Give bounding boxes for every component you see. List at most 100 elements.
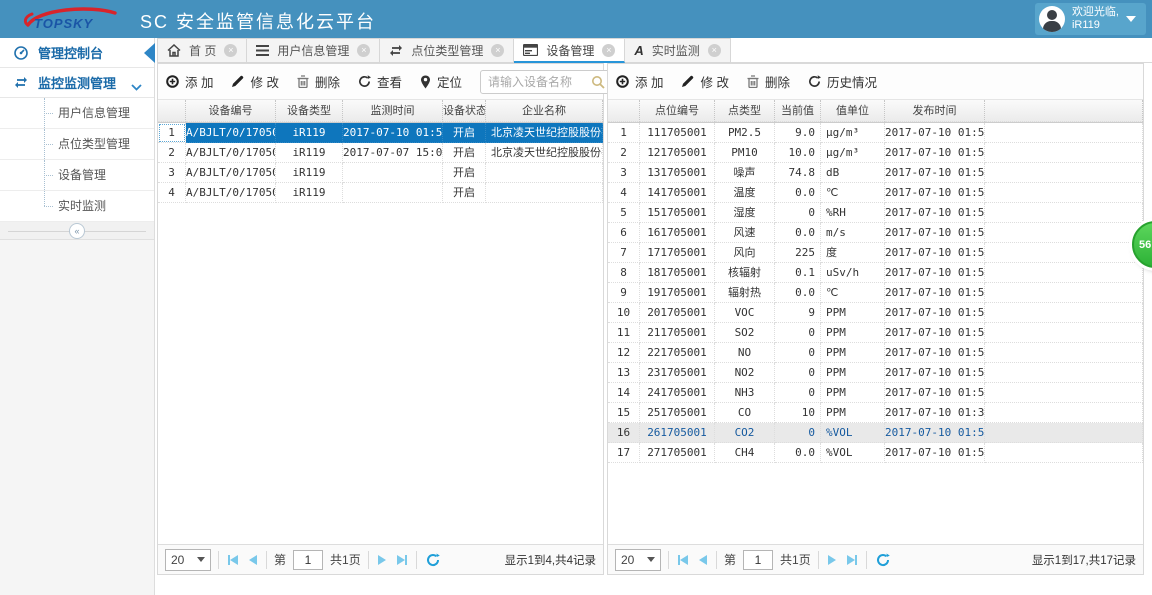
sidebar-item-点位类型管理[interactable]: 点位类型管理 — [0, 129, 154, 160]
prev-page-button[interactable] — [697, 554, 709, 565]
last-page-button[interactable] — [395, 554, 409, 565]
table-row[interactable]: 13231705001NO20PPM2017-07-10 01:53:22 — [608, 363, 1143, 383]
sidebar-item-实时监测[interactable]: 实时监测 — [0, 191, 154, 222]
table-cell: PM2.5 — [715, 123, 775, 143]
table-row[interactable]: 3A/BJLT/0/1705003iR119 开启 — [158, 163, 603, 183]
table-cell: 261705001 — [640, 423, 715, 443]
toolbar-button-历史情况[interactable]: 历史情况 — [808, 72, 877, 91]
table-row[interactable]: 7171705001风向225度2017-07-10 01:53:21 — [608, 243, 1143, 263]
tab-首页[interactable]: 首 页 × — [157, 38, 248, 63]
table-row[interactable]: 5151705001湿度0%RH2017-07-10 01:53:22 — [608, 203, 1143, 223]
table-row[interactable]: 12221705001NO0PPM2017-07-10 01:53:21 — [608, 343, 1143, 363]
user-menu[interactable]: 欢迎光临, iR119 — [1034, 3, 1146, 35]
main-area: 首 页 × 用户信息管理 × 点位类型管理 × 设备管理 × A 实时监测 × 添 加 修 改 删除 查看… — [157, 38, 1152, 595]
table-cell: m/s — [821, 223, 885, 243]
column-header[interactable]: 当前值 — [775, 100, 821, 122]
table-cell: 开启 — [443, 123, 486, 143]
table-row[interactable]: 4A/BJLT/0/1705004iR119 开启 — [158, 183, 603, 203]
table-cell: 0.0 — [775, 183, 821, 203]
sidebar-item-设备管理[interactable]: 设备管理 — [0, 160, 154, 191]
table-row[interactable]: 2121705001PM1010.0μg/m³2017-07-10 01:53:… — [608, 143, 1143, 163]
table-row[interactable]: 15251705001CO10PPM2017-07-10 01:37:01 — [608, 403, 1143, 423]
reload-icon[interactable] — [424, 553, 442, 567]
table-cell-filler — [985, 443, 1143, 463]
column-header[interactable]: 发布时间 — [885, 100, 985, 122]
table-cell: 0 — [775, 363, 821, 383]
table-row[interactable]: 1A/BJLT/0/1705001iR1192017-07-10 01:53:2… — [158, 123, 603, 143]
toolbar-button-定位[interactable]: 定位 — [420, 72, 462, 91]
column-header[interactable]: 值单位 — [821, 100, 885, 122]
table-cell: 2017-07-10 01:53:21 — [885, 443, 985, 463]
home-icon — [167, 44, 181, 57]
table-cell: 2017-07-10 01:53:22 — [885, 183, 985, 203]
table-cell: CH4 — [715, 443, 775, 463]
toolbar-button-删除[interactable]: 删除 — [297, 72, 340, 91]
next-page-button[interactable] — [376, 554, 388, 565]
table-cell-filler — [985, 423, 1143, 443]
search-icon[interactable] — [591, 75, 605, 92]
table-row[interactable]: 6161705001风速0.0m/s2017-07-10 01:53:21 — [608, 223, 1143, 243]
toolbar-button-添加[interactable]: 添 加 — [616, 72, 663, 91]
table-row[interactable]: 1111705001PM2.59.0μg/m³2017-07-10 01:53:… — [608, 123, 1143, 143]
column-header[interactable]: 设备编号 — [186, 100, 276, 122]
device-table: 设备编号设备类型监测时间设备状态企业名称1A/BJLT/0/1705001iR1… — [158, 100, 603, 544]
column-header[interactable]: 监测时间 — [343, 100, 443, 122]
last-page-button[interactable] — [845, 554, 859, 565]
table-cell: 温度 — [715, 183, 775, 203]
toolbar-button-修改[interactable]: 修 改 — [231, 72, 279, 91]
table-cell: iR119 — [276, 123, 343, 143]
page-number-input[interactable] — [293, 549, 324, 570]
letter-a-icon: A — [634, 43, 644, 58]
close-icon[interactable]: × — [491, 44, 505, 57]
table-row[interactable]: 9191705001辐射热0.0℃2017-07-10 01:53:21 — [608, 283, 1143, 303]
table-row[interactable]: 4141705001温度0.0℃2017-07-10 01:53:22 — [608, 183, 1143, 203]
table-cell: 161705001 — [640, 223, 715, 243]
first-page-button[interactable] — [676, 554, 690, 565]
tab-设备管理[interactable]: 设备管理 × — [514, 38, 626, 63]
close-icon[interactable]: × — [357, 44, 371, 57]
table-row[interactable]: 14241705001NH30PPM2017-07-10 01:53:21 — [608, 383, 1143, 403]
collapse-sidebar-button[interactable]: « — [69, 223, 85, 239]
reload-icon[interactable] — [874, 553, 892, 567]
sidebar-section-label: 监控监测管理 — [38, 76, 117, 91]
tab-实时监测[interactable]: A 实时监测 × — [625, 38, 731, 63]
page-size-select[interactable]: 20 — [615, 548, 661, 571]
toolbar-button-添加[interactable]: 添 加 — [166, 72, 213, 91]
column-header[interactable]: 设备类型 — [276, 100, 343, 122]
page-number-input[interactable] — [743, 549, 774, 570]
close-icon[interactable]: × — [707, 44, 721, 57]
sidebar-section-console[interactable]: 管理控制台 — [0, 38, 155, 68]
tab-用户信息管理[interactable]: 用户信息管理 × — [247, 38, 381, 63]
table-cell: 2017-07-10 01:53:21 — [885, 243, 985, 263]
sidebar-item-用户信息管理[interactable]: 用户信息管理 — [0, 98, 154, 129]
toolbar-button-查看[interactable]: 查看 — [358, 72, 402, 91]
close-icon[interactable]: × — [602, 43, 616, 57]
next-page-button[interactable] — [826, 554, 838, 565]
table-row[interactable]: 2A/BJLT/0/1705002iR1192017-07-07 15:03:0… — [158, 143, 603, 163]
toolbar-button-删除[interactable]: 删除 — [747, 72, 790, 91]
first-page-button[interactable] — [226, 554, 240, 565]
table-cell: 0.0 — [775, 283, 821, 303]
page-size-select[interactable]: 20 — [165, 548, 211, 571]
column-header[interactable]: 设备状态 — [443, 100, 486, 122]
table-row[interactable]: 8181705001核辐射0.1uSv/h2017-07-10 01:53:21 — [608, 263, 1143, 283]
tab-点位类型管理[interactable]: 点位类型管理 × — [380, 38, 515, 63]
toolbar-button-修改[interactable]: 修 改 — [681, 72, 729, 91]
prev-page-button[interactable] — [247, 554, 259, 565]
total-pages-label: 共1页 — [780, 553, 811, 567]
records-summary: 显示1到17,共17记录 — [1031, 554, 1136, 567]
table-row[interactable]: 17271705001CH40.0%VOL2017-07-10 01:53:21 — [608, 443, 1143, 463]
dashboard-icon — [14, 45, 28, 60]
chevron-down-icon — [131, 79, 142, 94]
table-row[interactable]: 10201705001VOC9PPM2017-07-10 01:53:22 — [608, 303, 1143, 323]
column-header[interactable]: 点位编号 — [640, 100, 715, 122]
sidebar-section-monitoring[interactable]: 监控监测管理 — [0, 68, 154, 98]
table-row[interactable]: 11211705001SO20PPM2017-07-10 01:53:22 — [608, 323, 1143, 343]
close-icon[interactable]: × — [224, 44, 238, 57]
table-cell: 2017-07-10 01:53:21 — [885, 223, 985, 243]
menu-icon — [256, 45, 270, 56]
table-row[interactable]: 16261705001CO20%VOL2017-07-10 01:53:22 — [608, 423, 1143, 443]
column-header[interactable]: 点类型 — [715, 100, 775, 122]
table-row[interactable]: 3131705001噪声74.8dB2017-07-10 01:53:22 — [608, 163, 1143, 183]
column-header[interactable]: 企业名称 — [486, 100, 603, 122]
